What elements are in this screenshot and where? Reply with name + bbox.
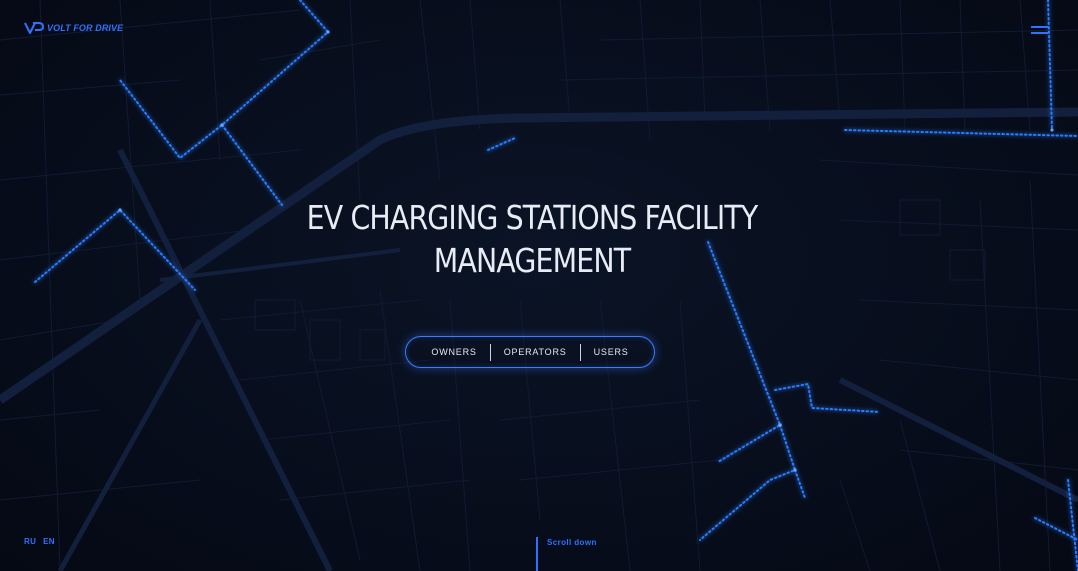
charging-routes	[34, 0, 1078, 571]
hero-title-line-2: MANAGEMENT	[433, 241, 631, 280]
hero-title: EV CHARGING STATIONS FACILITY MANAGEMENT	[280, 196, 784, 282]
brand-logo[interactable]: VOLT FOR DRIVE	[24, 21, 123, 35]
city-map-background	[0, 0, 1078, 571]
brand-name: VOLT FOR DRIVE	[47, 23, 124, 33]
operators-button[interactable]: OPERATORS	[491, 347, 580, 357]
users-button[interactable]: USERS	[581, 347, 642, 357]
landing-page: VOLT FOR DRIVE EV CHARGING STATIONS FACI…	[0, 0, 1078, 571]
hamburger-menu-icon[interactable]	[1031, 25, 1048, 35]
scroll-indicator-line	[536, 537, 538, 571]
volt-logo-icon	[24, 22, 44, 34]
audience-switch: OWNERS OPERATORS USERS	[405, 336, 655, 368]
language-ru[interactable]: RU	[24, 537, 36, 546]
language-en[interactable]: EN	[43, 537, 55, 546]
language-switcher: RU EN	[24, 537, 55, 546]
hero-title-line-1: EV CHARGING STATIONS FACILITY	[306, 198, 759, 237]
scroll-down-link[interactable]: Scroll down	[547, 538, 597, 547]
owners-button[interactable]: OWNERS	[418, 347, 489, 357]
